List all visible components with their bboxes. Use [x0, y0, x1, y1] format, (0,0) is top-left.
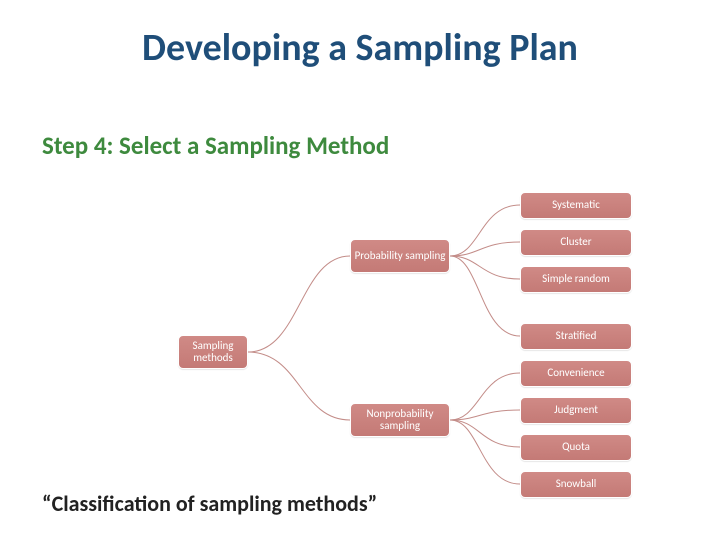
node-stratified: Stratified [520, 323, 632, 350]
node-probability-sampling: Probability sampling [350, 239, 450, 273]
node-label: Simple random [542, 273, 610, 285]
node-label: Probability sampling [355, 250, 446, 262]
node-label: Sampling methods [179, 340, 247, 364]
node-label: Stratified [556, 330, 597, 342]
slide-caption: “Classification of sampling methods” [42, 490, 377, 517]
node-cluster: Cluster [520, 229, 632, 256]
node-label: Cluster [560, 236, 591, 248]
node-snowball: Snowball [520, 471, 632, 498]
node-nonprobability-sampling: Nonprobability sampling [350, 403, 450, 437]
node-label: Systematic [552, 199, 600, 211]
slide-subtitle: Step 4: Select a Sampling Method [42, 130, 389, 161]
node-systematic: Systematic [520, 192, 632, 219]
node-label: Judgment [554, 404, 598, 416]
node-simple-random: Simple random [520, 266, 632, 293]
node-quota: Quota [520, 434, 632, 461]
slide-title: Developing a Sampling Plan [0, 25, 720, 71]
node-label: Convenience [547, 367, 604, 379]
node-convenience: Convenience [520, 360, 632, 387]
node-label: Quota [562, 441, 590, 453]
node-judgment: Judgment [520, 397, 632, 424]
node-label: Nonprobability sampling [351, 408, 449, 432]
node-label: Snowball [556, 478, 597, 490]
node-sampling-methods: Sampling methods [178, 335, 248, 369]
